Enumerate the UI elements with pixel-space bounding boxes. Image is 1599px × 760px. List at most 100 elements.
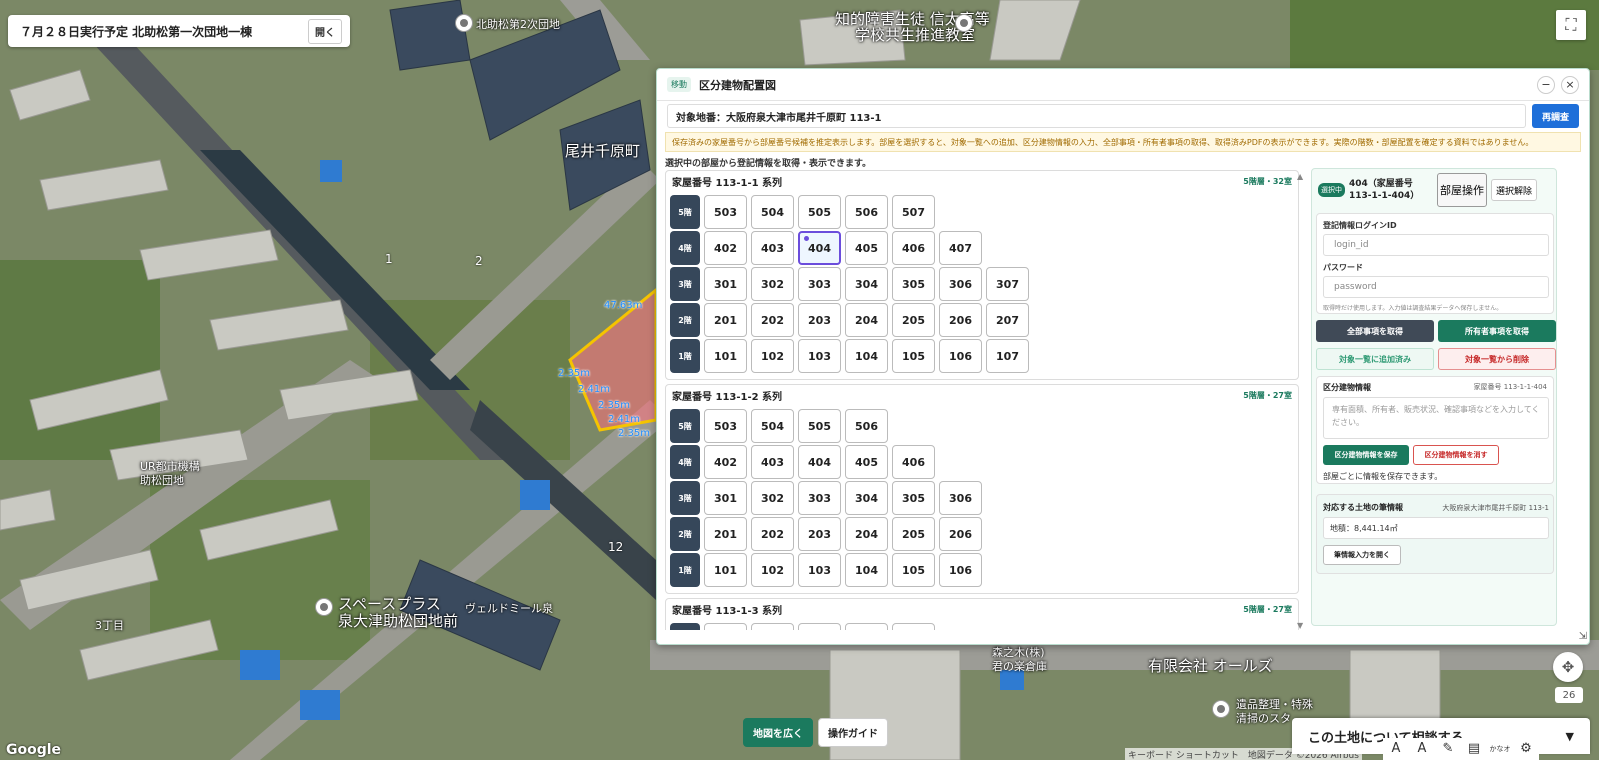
minimize-button[interactable]: − [1537,75,1555,94]
room-button[interactable] [751,623,794,630]
room-button[interactable]: 206 [939,517,982,551]
room-button[interactable]: 402 [704,231,747,265]
building-list[interactable]: 家屋番号 113-1-1 系列 5階層・32室 5階 503 504 505 506 507 4… [665,170,1305,630]
room-button[interactable]: 101 [704,553,747,587]
room-button[interactable]: 103 [798,339,841,373]
room-button[interactable] [704,623,747,630]
room-button[interactable]: 505 [798,195,841,229]
map-pin-icon[interactable] [315,598,333,616]
room-operation-button[interactable]: 部屋操作 [1437,173,1487,207]
room-button[interactable]: 302 [751,267,794,301]
room-button[interactable]: 104 [845,553,888,587]
room-button[interactable]: 105 [892,339,935,373]
room-button[interactable]: 406 [892,445,935,479]
room-button[interactable]: 105 [892,553,935,587]
get-owner-items-button[interactable]: 所有者事項を取得 [1438,320,1556,342]
room-button[interactable]: 307 [986,267,1029,301]
room-button[interactable]: 306 [939,481,982,515]
room-button[interactable]: 305 [892,481,935,515]
room-button[interactable] [798,623,841,630]
room-button[interactable]: 203 [798,517,841,551]
room-button[interactable]: 202 [751,303,794,337]
room-button[interactable]: 301 [704,481,747,515]
panel-header[interactable]: 移動 区分建物配置図 − × [657,69,1589,101]
target-lot-field[interactable]: 対象地番：大阪府泉大津市尾井千原町 113-1 [667,104,1526,128]
password-input[interactable]: password [1323,276,1549,298]
document-icon[interactable]: ▤ [1461,738,1487,760]
room-button[interactable]: 103 [798,553,841,587]
room-button[interactable]: 301 [704,267,747,301]
room-button[interactable]: 204 [845,303,888,337]
scroll-up-icon[interactable]: ▲ [1297,172,1303,181]
room-button[interactable]: 404 [798,445,841,479]
room-button[interactable] [845,623,888,630]
remove-from-list-button[interactable]: 対象一覧から削除 [1438,348,1556,370]
map-pin-icon[interactable] [455,14,473,32]
room-button[interactable]: 305 [892,267,935,301]
pen-icon[interactable]: ✎ [1435,738,1461,760]
room-button[interactable]: 304 [845,267,888,301]
get-all-items-button[interactable]: 全部事項を取得 [1316,320,1434,342]
room-button[interactable]: 503 [704,195,747,229]
room-button[interactable]: 506 [845,409,888,443]
room-button[interactable]: 101 [704,339,747,373]
widen-map-button[interactable]: 地図を広く [743,718,813,747]
room-button[interactable]: 202 [751,517,794,551]
room-button[interactable]: 506 [845,195,888,229]
room-button[interactable]: 403 [751,231,794,265]
room-button[interactable]: 102 [751,339,794,373]
room-button[interactable]: 204 [845,517,888,551]
room-button[interactable]: 107 [986,339,1029,373]
room-button[interactable]: 205 [892,517,935,551]
room-button[interactable]: 303 [798,267,841,301]
operation-guide-button[interactable]: 操作ガイド [818,718,888,747]
room-button[interactable]: 201 [704,303,747,337]
deselect-button[interactable]: 選択解除 [1491,179,1538,201]
room-button[interactable]: 106 [939,339,982,373]
gear-icon[interactable]: ⚙ [1513,738,1539,760]
room-button[interactable]: 205 [892,303,935,337]
room-button[interactable]: 201 [704,517,747,551]
room-button[interactable]: 106 [939,553,982,587]
room-button[interactable]: 403 [751,445,794,479]
map-pin-icon[interactable] [955,14,973,32]
font-size-icon[interactable]: A [1383,738,1409,760]
scrollbar[interactable]: ▲ ▼ [1297,170,1305,630]
login-id-input[interactable]: login_id [1323,234,1549,256]
scroll-down-icon[interactable]: ▼ [1297,621,1303,630]
room-button[interactable]: 104 [845,339,888,373]
open-plan-button[interactable]: 開く [308,18,342,44]
room-button[interactable]: 505 [798,409,841,443]
room-button[interactable]: 404 [798,231,841,265]
room-button[interactable]: 407 [939,231,982,265]
room-button[interactable]: 302 [751,481,794,515]
room-button[interactable]: 102 [751,553,794,587]
kana-off-toggle[interactable]: かなオフ [1487,738,1513,760]
room-button[interactable]: 406 [892,231,935,265]
added-to-list-button[interactable]: 対象一覧に追加済み [1316,348,1434,370]
resize-handle-icon[interactable]: ⇲ [1579,631,1587,642]
reresearch-button[interactable]: 再調査 [1531,104,1579,128]
clear-division-info-button[interactable]: 区分建物情報を消す [1413,445,1499,465]
room-button[interactable]: 405 [845,231,888,265]
room-button[interactable]: 303 [798,481,841,515]
map-pan-icon[interactable]: ✥ [1553,652,1583,682]
close-button[interactable]: × [1561,75,1579,94]
room-button[interactable]: 503 [704,409,747,443]
room-button[interactable]: 405 [845,445,888,479]
map-pin-icon[interactable] [1212,700,1230,718]
save-division-info-button[interactable]: 区分建物情報を保存 [1323,445,1409,465]
room-button[interactable]: 306 [939,267,982,301]
room-button[interactable]: 304 [845,481,888,515]
room-button[interactable]: 207 [986,303,1029,337]
room-button[interactable]: 203 [798,303,841,337]
room-button[interactable]: 504 [751,409,794,443]
room-button[interactable] [892,623,935,630]
font-style-icon[interactable]: A [1409,738,1435,760]
room-button[interactable]: 206 [939,303,982,337]
move-handle[interactable]: 移動 [667,77,691,92]
room-button[interactable]: 507 [892,195,935,229]
open-lot-info-button[interactable]: 筆情報入力を開く [1323,545,1401,565]
fullscreen-icon[interactable]: ⛶ [1556,10,1586,40]
room-button[interactable]: 402 [704,445,747,479]
